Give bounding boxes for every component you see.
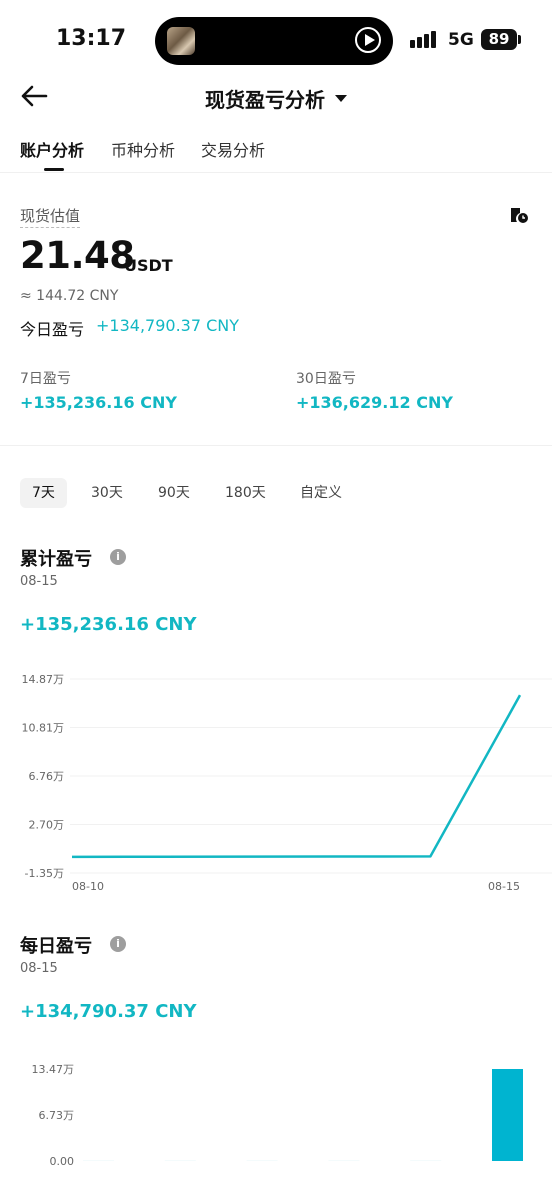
daily-pnl-date: 08-15 bbox=[20, 961, 58, 976]
play-icon[interactable] bbox=[355, 27, 381, 53]
daily-pnl-bar bbox=[492, 1069, 523, 1161]
daily-pnl-bar bbox=[246, 1160, 278, 1161]
range-90d[interactable]: 90天 bbox=[158, 478, 190, 508]
spot-value-label[interactable]: 现货估值 bbox=[20, 205, 81, 228]
today-pnl-label: 今日盈亏 bbox=[20, 320, 85, 339]
daily-pnl-bar bbox=[83, 1160, 114, 1161]
tab-coin-analysis[interactable]: 币种分析 bbox=[111, 137, 175, 161]
info-icon[interactable]: i bbox=[110, 936, 126, 952]
x-tick-label: 08-10 bbox=[72, 880, 104, 893]
page-title-dropdown[interactable]: 现货盈亏分析 bbox=[0, 84, 552, 113]
pnl-7d-value: +135,236.16 CNY bbox=[20, 393, 177, 412]
spot-unit: USDT bbox=[124, 256, 173, 275]
status-time: 13:17 bbox=[56, 26, 127, 51]
daily-pnl-chart[interactable]: 13.47万 6.73万 0.00 bbox=[0, 1050, 552, 1180]
divider bbox=[0, 445, 552, 446]
daily-pnl-bar bbox=[328, 1160, 360, 1161]
dynamic-island[interactable] bbox=[155, 17, 393, 65]
page-title: 现货盈亏分析 bbox=[205, 88, 325, 112]
cumulative-pnl-chart[interactable]: 14.87万 10.81万 6.76万 2.70万 -1.35万 08-10 08-15 bbox=[0, 660, 552, 900]
x-tick-label: 08-15 bbox=[488, 880, 520, 893]
y-tick-label: -1.35万 bbox=[25, 867, 64, 880]
cumulative-pnl-title: 累计盈亏 bbox=[20, 549, 92, 570]
y-tick-label: 10.81万 bbox=[22, 722, 65, 735]
media-thumbnail bbox=[167, 27, 195, 55]
cumulative-pnl-value: +135,236.16 CNY bbox=[20, 614, 197, 635]
y-tick-label: 6.73万 bbox=[39, 1109, 75, 1122]
y-tick-label: 6.76万 bbox=[29, 770, 65, 783]
cumulative-pnl-date: 08-15 bbox=[20, 574, 58, 589]
daily-pnl-bar bbox=[164, 1160, 196, 1161]
daily-pnl-title: 每日盈亏 bbox=[20, 936, 92, 957]
y-tick-label: 0.00 bbox=[50, 1155, 75, 1168]
range-180d[interactable]: 180天 bbox=[225, 478, 266, 508]
tab-account-analysis[interactable]: 账户分析 bbox=[20, 137, 84, 161]
spot-approx-cny: ≈ 144.72 CNY bbox=[20, 288, 119, 304]
pnl-30d-label: 30日盈亏 bbox=[296, 371, 356, 387]
pnl-7d-label: 7日盈亏 bbox=[20, 371, 71, 387]
caret-down-icon bbox=[335, 95, 347, 102]
daily-pnl-value: +134,790.37 CNY bbox=[20, 1001, 197, 1022]
battery-tip bbox=[518, 35, 521, 44]
pnl-30d-value: +136,629.12 CNY bbox=[296, 393, 453, 412]
network-type: 5G bbox=[448, 30, 474, 50]
y-tick-label: 2.70万 bbox=[29, 819, 65, 832]
info-icon[interactable]: i bbox=[110, 549, 126, 565]
tab-trade-analysis[interactable]: 交易分析 bbox=[201, 137, 265, 161]
active-tab-indicator bbox=[44, 168, 64, 171]
range-custom[interactable]: 自定义 bbox=[300, 478, 342, 508]
spot-value: 21.48 bbox=[20, 234, 135, 277]
battery-icon: 89 bbox=[481, 29, 517, 50]
today-pnl-value: +134,790.37 CNY bbox=[96, 316, 240, 335]
range-30d[interactable]: 30天 bbox=[91, 478, 123, 508]
divider bbox=[0, 172, 552, 173]
y-tick-label: 13.47万 bbox=[32, 1063, 75, 1076]
signal-icon bbox=[410, 30, 438, 48]
daily-pnl-bar bbox=[410, 1160, 442, 1161]
y-tick-label: 14.87万 bbox=[22, 673, 65, 686]
range-7d[interactable]: 7天 bbox=[20, 478, 67, 508]
history-icon[interactable] bbox=[509, 206, 529, 224]
